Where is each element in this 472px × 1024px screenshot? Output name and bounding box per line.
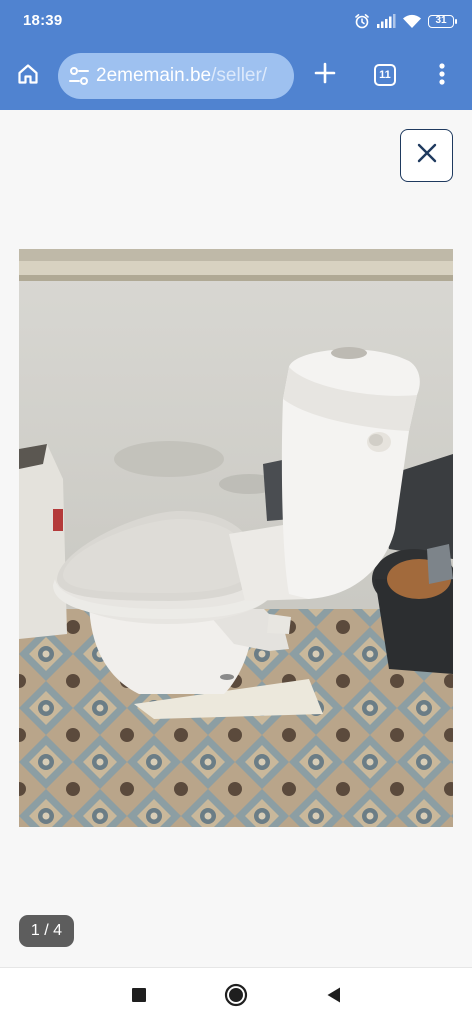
tab-switcher-button[interactable]: 11 (374, 64, 396, 86)
system-nav-bar (0, 967, 472, 1024)
new-tab-icon (314, 62, 336, 89)
system-home-button[interactable] (222, 983, 250, 1011)
site-settings-icon[interactable] (68, 65, 90, 87)
status-time: 18:39 (23, 12, 63, 29)
back-triangle-icon (325, 986, 343, 1009)
photo-counter: 1 / 4 (19, 915, 74, 947)
recents-square-icon (131, 987, 147, 1008)
close-icon (416, 142, 438, 169)
browser-top-bar: 18:39 31 2ememain.be/seller/ 11 (0, 0, 472, 110)
battery-icon: 31 (428, 14, 457, 28)
screen: 18:39 31 2ememain.be/seller/ 11 1 / 4 (0, 0, 472, 1024)
url-text: 2ememain.be/seller/ (96, 65, 267, 87)
more-menu-button[interactable] (430, 62, 454, 90)
home-icon (16, 62, 40, 91)
toilet-photo-illustration (19, 249, 453, 827)
status-icons: 31 (354, 10, 457, 32)
url-host: 2ememain.be (96, 65, 212, 86)
home-circle-icon (224, 983, 248, 1012)
listing-photo[interactable] (19, 249, 453, 827)
recents-button[interactable] (125, 983, 153, 1011)
alarm-icon (354, 13, 370, 29)
address-bar[interactable]: 2ememain.be/seller/ (58, 53, 294, 99)
new-tab-button[interactable] (311, 61, 339, 89)
cell-signal-icon (376, 14, 396, 28)
url-path: /seller/ (211, 65, 268, 86)
home-button[interactable] (14, 62, 42, 90)
back-button[interactable] (320, 983, 348, 1011)
more-vert-icon (439, 62, 445, 90)
close-viewer-button[interactable] (400, 129, 453, 182)
wifi-icon (402, 14, 422, 29)
